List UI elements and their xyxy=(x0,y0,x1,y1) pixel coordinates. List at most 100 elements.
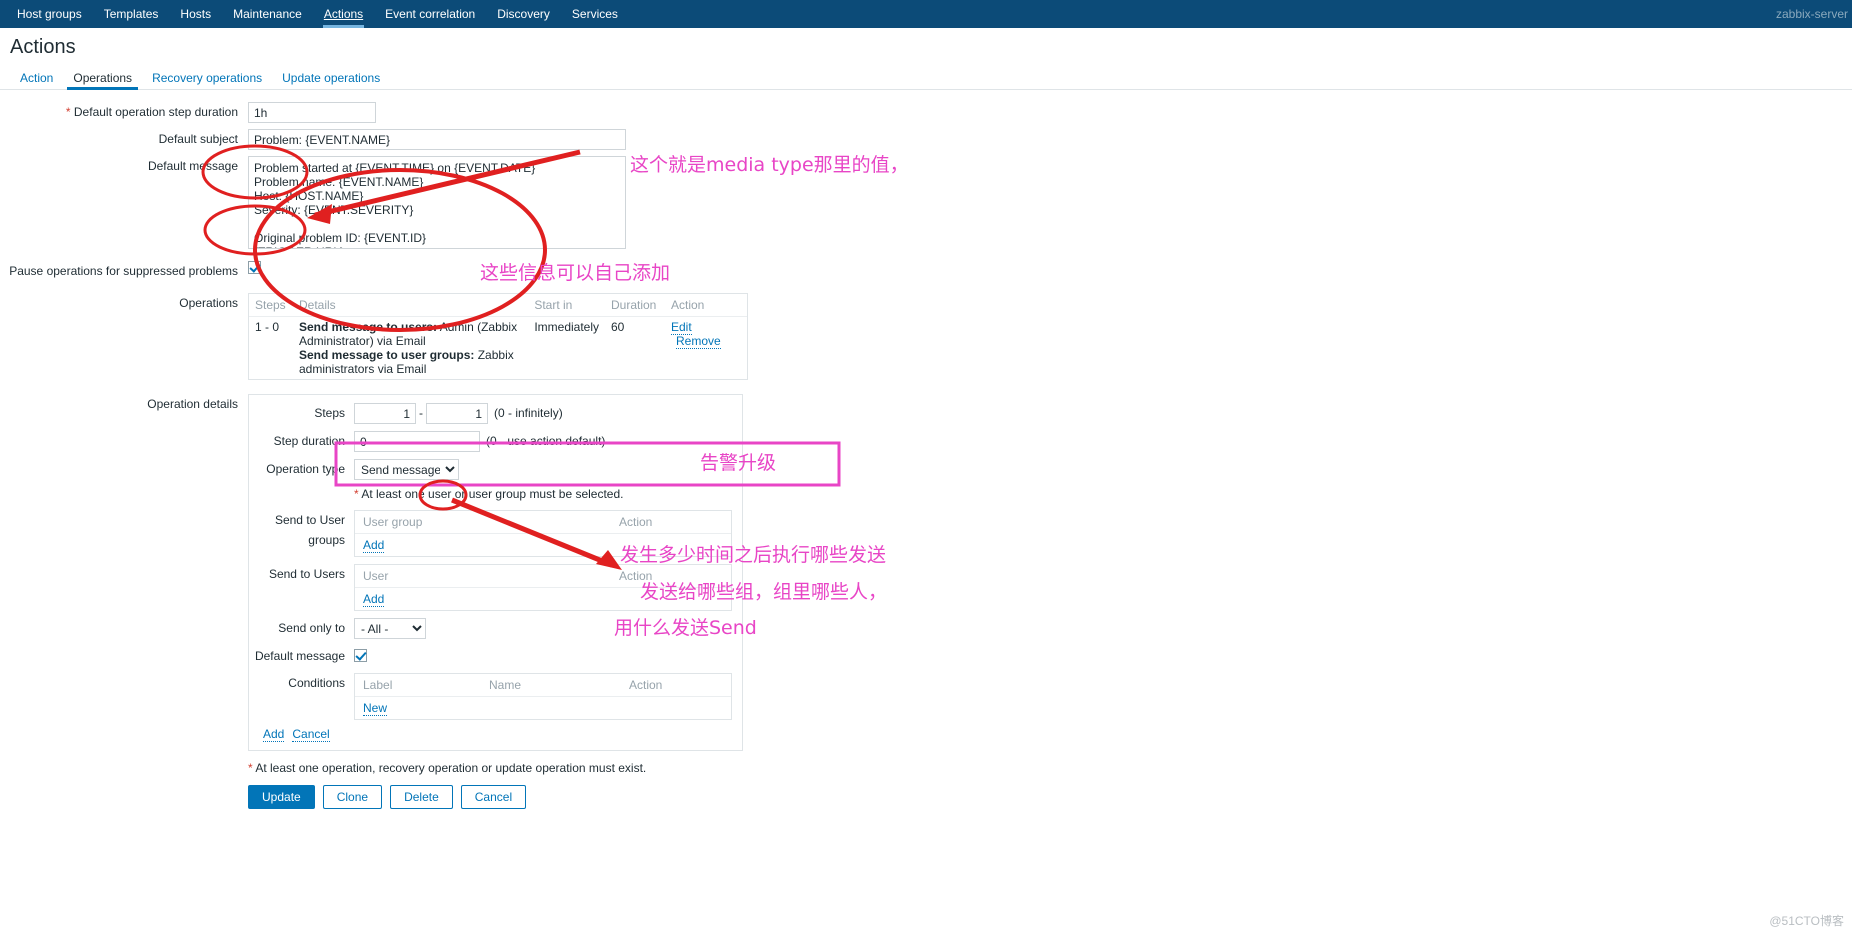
default-message-textarea[interactable]: Problem started at {EVENT.TIME} on {EVEN… xyxy=(248,156,626,249)
tab-update-operations[interactable]: Update operations xyxy=(272,71,390,89)
column-header-action: Action xyxy=(621,674,731,697)
field-send-to-user-groups: Send to User groups User group Action Ad… xyxy=(249,510,742,557)
field-label: * Default operation step duration xyxy=(0,102,248,122)
field-default-operation-step-duration: * Default operation step duration xyxy=(0,102,1852,123)
tab-recovery-operations[interactable]: Recovery operations xyxy=(142,71,272,89)
field-send-to-users: Send to Users User Action Add xyxy=(249,564,742,611)
table-row: 1 - 0 Send message to users: Admin (Zabb… xyxy=(249,317,747,380)
cancel-operation-link[interactable]: Cancel xyxy=(292,727,330,742)
steps-from-input[interactable] xyxy=(354,403,416,424)
detail-line-label: Send message to users: xyxy=(299,320,438,334)
pause-suppressed-checkbox[interactable] xyxy=(248,261,261,274)
top-navigation-bar: Host groups Templates Hosts Maintenance … xyxy=(0,0,1852,28)
tab-operations[interactable]: Operations xyxy=(63,71,142,90)
operation-type-select[interactable]: Send message xyxy=(354,459,459,480)
send-to-user-groups-table: User group Action Add xyxy=(354,510,732,557)
field-label: Step duration xyxy=(273,434,345,448)
field-operation-details: Operation details Steps - (0 - infinitel… xyxy=(0,394,1852,751)
field-operation-type: Operation type Send message xyxy=(249,459,742,480)
detail-line-label: Send message to user groups: xyxy=(299,348,475,362)
column-header-label: Label xyxy=(355,674,481,697)
field-step-duration: Step duration (0 - use action default) xyxy=(249,431,742,452)
field-label: Send only to xyxy=(278,621,345,635)
nav-item-label: Actions xyxy=(323,7,364,21)
send-only-to-select[interactable]: - All - xyxy=(354,618,426,639)
nav-item-actions[interactable]: Actions xyxy=(313,0,374,28)
remove-operation-link[interactable]: Remove xyxy=(676,334,721,349)
steps-hint: (0 - infinitely) xyxy=(494,406,563,420)
page-header: Actions xyxy=(0,28,1852,66)
validation-note-text: * At least one user or user group must b… xyxy=(354,487,624,501)
nav-item-label: Templates xyxy=(103,7,159,21)
column-header-user: User xyxy=(355,565,611,588)
field-label: Operation details xyxy=(147,397,238,411)
table-row: Add xyxy=(355,588,731,611)
conditions-table: Label Name Action New xyxy=(354,673,732,720)
field-operation-default-message: Default message xyxy=(249,646,742,666)
field-label: Operation type xyxy=(266,462,345,476)
operation-default-message-checkbox[interactable] xyxy=(354,649,367,662)
cell-start-in: Immediately xyxy=(534,320,599,334)
edit-operation-link[interactable]: Edit xyxy=(671,320,692,335)
cell-duration: 60 xyxy=(611,320,625,334)
tab-action[interactable]: Action xyxy=(10,71,63,89)
nav-item-label: Hosts xyxy=(180,7,212,21)
tab-label: Operations xyxy=(73,71,133,85)
step-duration-input[interactable] xyxy=(354,431,480,452)
nav-item-event-correlation[interactable]: Event correlation xyxy=(374,0,486,28)
label-text: Default operation step duration xyxy=(73,105,238,119)
operations-form: * Default operation step duration Defaul… xyxy=(0,90,1852,809)
nav-item-discovery[interactable]: Discovery xyxy=(486,0,561,28)
clone-button[interactable]: Clone xyxy=(322,785,383,809)
send-to-users-table: User Action Add xyxy=(354,564,732,611)
operations-table: Steps Details Start in Duration Action 1… xyxy=(249,294,747,379)
cell-empty xyxy=(611,588,731,611)
add-operation-link[interactable]: Add xyxy=(263,727,285,742)
column-header-duration: Duration xyxy=(605,294,665,317)
table-header-row: Label Name Action xyxy=(355,674,731,697)
column-header-start-in: Start in xyxy=(528,294,605,317)
nav-item-hosts[interactable]: Hosts xyxy=(169,0,222,28)
tab-label: Action xyxy=(20,71,54,85)
nav-item-templates[interactable]: Templates xyxy=(93,0,170,28)
field-send-only-to: Send only to - All - xyxy=(249,618,742,639)
cell-steps: 1 - 0 xyxy=(255,320,280,334)
delete-button[interactable]: Delete xyxy=(390,785,453,809)
add-user-group-link[interactable]: Add xyxy=(363,538,385,553)
column-header-steps: Steps xyxy=(249,294,293,317)
operations-table-container: Steps Details Start in Duration Action 1… xyxy=(248,293,748,380)
step-duration-hint: (0 - use action default) xyxy=(486,434,606,448)
column-header-action: Action xyxy=(611,511,731,534)
cell-add: Add xyxy=(355,588,611,611)
footer-note-row: * At least one operation, recovery opera… xyxy=(0,761,1852,775)
cell-add: Add xyxy=(355,534,611,557)
field-label: Send to User groups xyxy=(274,513,345,547)
user-groups-table: User group Action Add xyxy=(355,511,731,556)
required-marker: * xyxy=(65,105,71,119)
column-header-action: Action xyxy=(665,294,747,317)
cell-action: Edit Remove xyxy=(665,317,747,380)
nav-item-maintenance[interactable]: Maintenance xyxy=(222,0,313,28)
nav-item-label: Discovery xyxy=(497,7,550,21)
default-subject-input[interactable] xyxy=(248,129,626,150)
tab-label: Update operations xyxy=(282,71,381,85)
cancel-button[interactable]: Cancel xyxy=(460,785,527,809)
table-row: Add xyxy=(355,534,731,557)
default-operation-step-duration-input[interactable] xyxy=(248,102,376,123)
table-header-row: User Action xyxy=(355,565,731,588)
footer-required-note: * At least one operation, recovery opera… xyxy=(248,761,646,775)
watermark-label: @51CTO博客 xyxy=(1769,914,1844,928)
field-steps: Steps - (0 - infinitely) xyxy=(249,403,742,424)
nav-item-label: Maintenance xyxy=(233,7,302,21)
update-button[interactable]: Update xyxy=(248,785,315,809)
table-header-row: Steps Details Start in Duration Action xyxy=(249,294,747,317)
steps-to-input[interactable] xyxy=(426,403,488,424)
field-label: Operations xyxy=(179,296,238,310)
new-condition-link[interactable]: New xyxy=(363,701,388,716)
nav-item-host-groups[interactable]: Host groups xyxy=(6,0,93,28)
note-text: At least one user or user group must be … xyxy=(358,487,624,501)
field-pause-suppressed: Pause operations for suppressed problems xyxy=(0,261,1852,281)
field-operations-list: Operations Steps Details Start in Durati… xyxy=(0,293,1852,380)
add-user-link[interactable]: Add xyxy=(363,592,385,607)
nav-item-services[interactable]: Services xyxy=(561,0,629,28)
